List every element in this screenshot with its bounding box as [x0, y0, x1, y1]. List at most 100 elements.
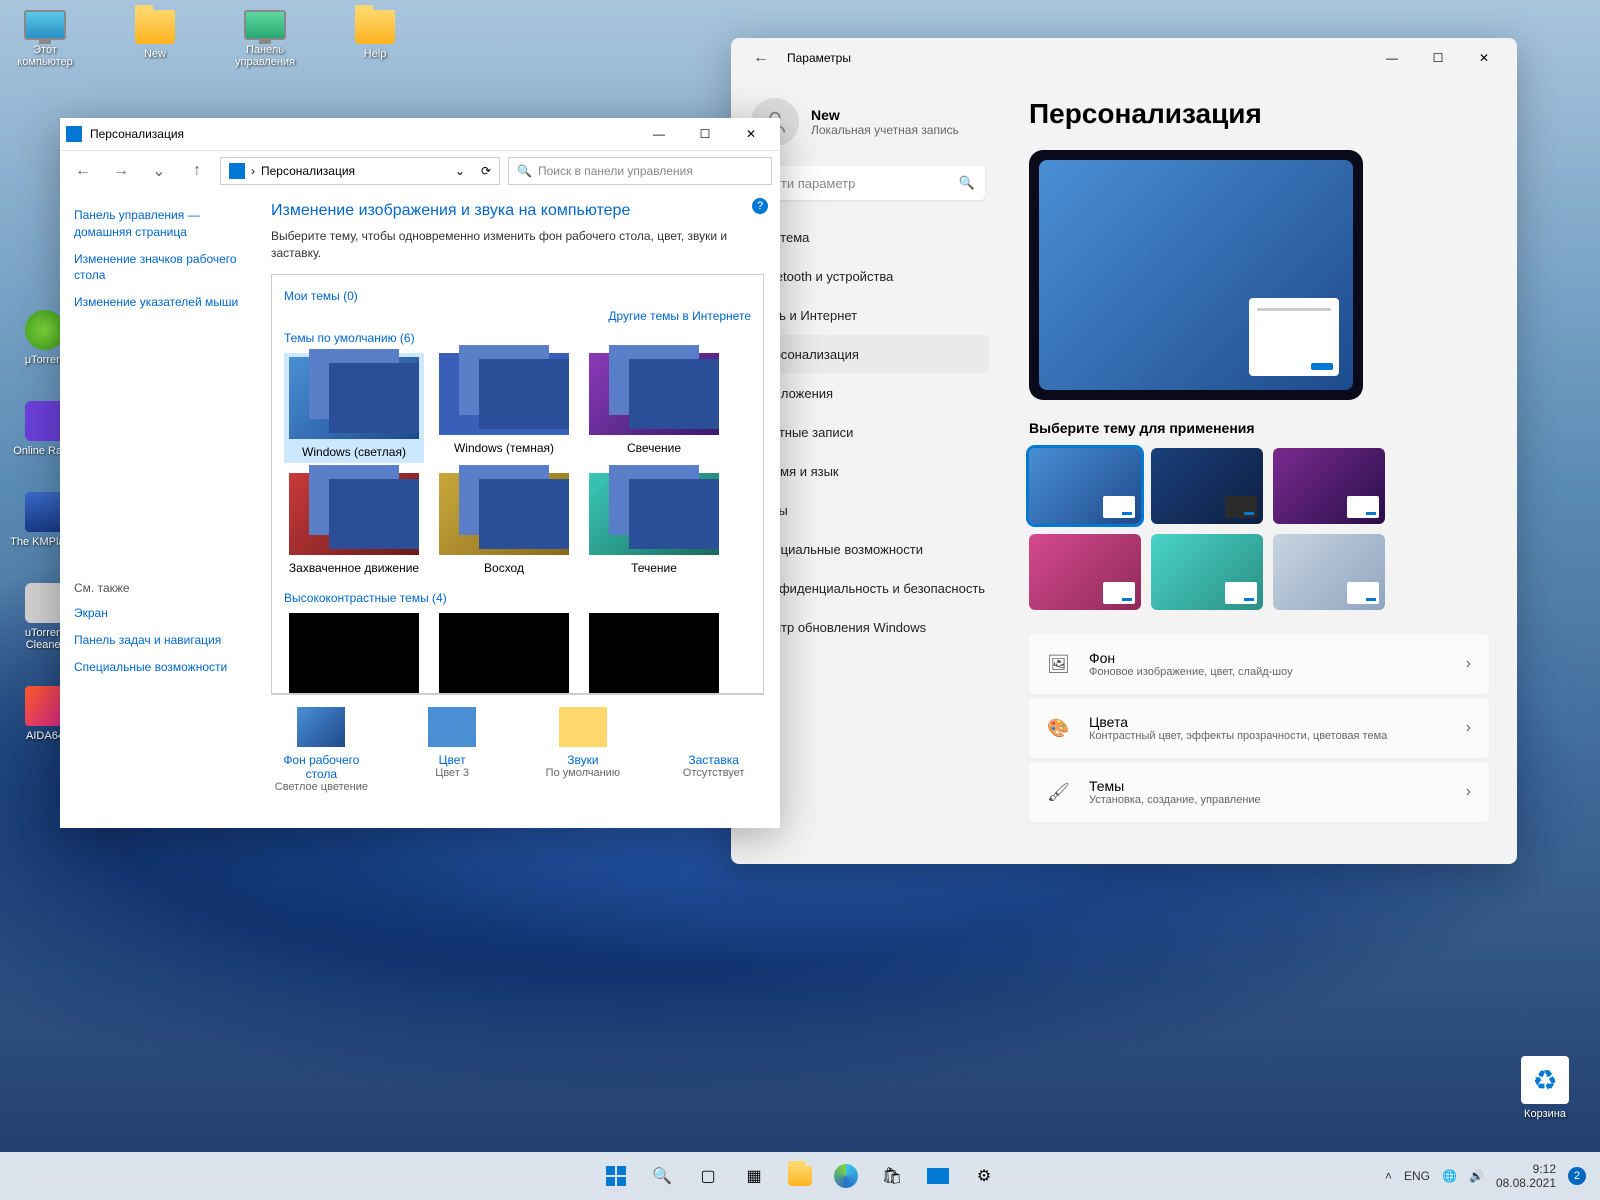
desktop-top-icons: Этот компьютер New Панель управления Hel…: [10, 10, 410, 68]
cp-my-themes-header: Мои темы (0): [284, 289, 751, 303]
settings-row[interactable]: 🎨ЦветаКонтрастный цвет, эффекты прозрачн…: [1029, 698, 1489, 758]
settings-theme-glow[interactable]: [1273, 448, 1385, 524]
search-icon: 🔍: [517, 164, 532, 178]
settings-user-name: New: [811, 107, 959, 123]
cp-hc-theme[interactable]: [584, 613, 724, 694]
image-icon: 🖼: [1047, 654, 1071, 675]
cp-hc-theme[interactable]: [284, 613, 424, 694]
settings-minimize-button[interactable]: —: [1369, 38, 1415, 78]
settings-row[interactable]: 🖌ТемыУстановка, создание, управление›: [1029, 762, 1489, 822]
settings-search-input[interactable]: Найти параметр 🔍: [747, 166, 985, 200]
tray-network-icon[interactable]: 🌐: [1442, 1169, 1457, 1183]
tray-language[interactable]: ENG: [1404, 1169, 1430, 1183]
settings-theme-dark[interactable]: [1151, 448, 1263, 524]
cp-search-input[interactable]: 🔍 Поиск в панели управления: [508, 157, 772, 185]
cp-theme-item[interactable]: Windows (светлая): [284, 353, 424, 463]
cp-nav-dropdown[interactable]: ⌄: [144, 155, 174, 187]
taskbar: 🔍 ▢ ▦ 🛍 ⚙ ˄ ENG 🌐 🔊 9:12 08.08.2021 2: [0, 1152, 1600, 1200]
cp-help-icon[interactable]: ?: [752, 198, 768, 214]
settings-close-button[interactable]: ✕: [1461, 38, 1507, 78]
cp-titlebar: Персонализация — ☐ ✕: [60, 118, 780, 150]
taskbar-start-button[interactable]: [596, 1156, 636, 1196]
settings-window: ← Параметры — ☐ ✕ New Локальная учетная …: [731, 38, 1517, 864]
cp-sidelink-desktop-icons[interactable]: Изменение значков рабочего стола: [74, 246, 241, 290]
cp-theme-box: Мои темы (0) Другие темы в Интернете Тем…: [271, 274, 764, 694]
settings-theme-grid: [1029, 448, 1489, 610]
tray-clock[interactable]: 9:12 08.08.2021: [1496, 1162, 1556, 1191]
settings-maximize-button[interactable]: ☐: [1415, 38, 1461, 78]
tray-overflow-button[interactable]: ˄: [1385, 1169, 1392, 1183]
settings-user-desc: Локальная учетная запись: [811, 123, 959, 137]
cp-online-themes-link[interactable]: Другие темы в Интернете: [284, 309, 751, 323]
desktop-icon-help-folder[interactable]: Help: [340, 10, 410, 68]
cp-maximize-button[interactable]: ☐: [682, 118, 728, 150]
control-panel-window: Персонализация — ☐ ✕ ← → ⌄ ↑ › Персонали…: [60, 118, 780, 828]
cp-sidelink-home[interactable]: Панель управления — домашняя страница: [74, 202, 241, 246]
search-icon: 🔍: [959, 175, 975, 191]
cp-sidelink-mouse[interactable]: Изменение указателей мыши: [74, 289, 241, 316]
refresh-icon[interactable]: ⟳: [481, 164, 491, 178]
cp-bottom-item[interactable]: ЗаставкаОтсутствует: [663, 707, 764, 793]
cp-theme-item[interactable]: Захваченное движение: [284, 473, 424, 575]
tray-volume-icon[interactable]: 🔊: [1469, 1169, 1484, 1183]
cp-title-text: Персонализация: [90, 127, 636, 141]
settings-theme-sunrise[interactable]: [1151, 534, 1263, 610]
taskbar-edge-button[interactable]: [826, 1156, 866, 1196]
desktop-icon-recycle-bin[interactable]: ♻ Корзина: [1510, 1056, 1580, 1120]
chevron-right-icon: ›: [1466, 783, 1471, 801]
cp-breadcrumb[interactable]: › Персонализация ⌄ ⟳: [220, 157, 500, 185]
settings-row[interactable]: 🖼ФонФоновое изображение, цвет, слайд-шоу…: [1029, 634, 1489, 694]
cp-hc-theme[interactable]: [434, 613, 574, 694]
taskbar-search-button[interactable]: 🔍: [642, 1156, 682, 1196]
taskbar-widgets-button[interactable]: ▦: [734, 1156, 774, 1196]
cp-nav-forward[interactable]: →: [106, 155, 136, 187]
cp-see-also-display[interactable]: Экран: [74, 600, 241, 627]
taskbar-store-button[interactable]: 🛍: [872, 1156, 912, 1196]
settings-theme-flow[interactable]: [1273, 534, 1385, 610]
brush-icon: 🖌: [1047, 782, 1071, 803]
cp-address-bar: ← → ⌄ ↑ › Персонализация ⌄ ⟳ 🔍 Поиск в п…: [60, 150, 780, 190]
cp-hc-themes-header: Высококонтрастные темы (4): [284, 591, 751, 605]
chevron-right-icon: ›: [1466, 719, 1471, 737]
cp-close-button[interactable]: ✕: [728, 118, 774, 150]
settings-theme-light[interactable]: [1029, 448, 1141, 524]
cp-nav-back[interactable]: ←: [68, 155, 98, 187]
cp-heading: Изменение изображения и звука на компьют…: [271, 202, 764, 220]
cp-bottom-item[interactable]: Фон рабочего столаСветлое цветение: [271, 707, 372, 793]
settings-theme-motion[interactable]: [1029, 534, 1141, 610]
cp-breadcrumb-icon: [229, 163, 245, 179]
recycle-bin-icon: ♻: [1521, 1056, 1569, 1104]
palette-icon: 🎨: [1047, 718, 1071, 739]
settings-page-title: Персонализация: [1029, 98, 1489, 130]
cp-minimize-button[interactable]: —: [636, 118, 682, 150]
cp-theme-item[interactable]: Течение: [584, 473, 724, 575]
desktop-icon-this-pc[interactable]: Этот компьютер: [10, 10, 80, 68]
taskbar-settings-button[interactable]: ⚙: [964, 1156, 1004, 1196]
taskbar-control-panel-button[interactable]: [918, 1156, 958, 1196]
cp-see-also-accessibility[interactable]: Специальные возможности: [74, 654, 241, 681]
settings-back-button[interactable]: ←: [741, 38, 781, 78]
chevron-right-icon: ›: [1466, 655, 1471, 673]
desktop-icon-new-folder[interactable]: New: [120, 10, 190, 68]
desktop-icon-control-panel[interactable]: Панель управления: [230, 10, 300, 68]
settings-theme-prompt: Выберите тему для применения: [1029, 420, 1489, 436]
settings-desktop-preview: [1029, 150, 1363, 400]
taskbar-taskview-button[interactable]: ▢: [688, 1156, 728, 1196]
tray-notifications-badge[interactable]: 2: [1568, 1167, 1586, 1185]
cp-theme-item[interactable]: Windows (темная): [434, 353, 574, 463]
cp-default-themes-header: Темы по умолчанию (6): [284, 331, 751, 345]
settings-main: Персонализация Выберите тему для примене…: [1001, 78, 1517, 864]
cp-sidebar: Панель управления — домашняя страница Из…: [60, 190, 255, 828]
cp-theme-item[interactable]: Восход: [434, 473, 574, 575]
cp-bottom-item[interactable]: ЦветЦвет 3: [402, 707, 503, 793]
settings-titlebar: ← Параметры — ☐ ✕: [731, 38, 1517, 78]
cp-desc: Выберите тему, чтобы одновременно измени…: [271, 228, 764, 262]
cp-bottom-item[interactable]: ЗвукиПо умолчанию: [533, 707, 634, 793]
settings-window-title: Параметры: [787, 51, 1369, 65]
taskbar-explorer-button[interactable]: [780, 1156, 820, 1196]
cp-theme-item[interactable]: Свечение: [584, 353, 724, 463]
cp-nav-up[interactable]: ↑: [182, 155, 212, 187]
taskbar-tray: ˄ ENG 🌐 🔊 9:12 08.08.2021 2: [1371, 1162, 1600, 1191]
cp-see-also-taskbar[interactable]: Панель задач и навигация: [74, 627, 241, 654]
taskbar-center: 🔍 ▢ ▦ 🛍 ⚙: [596, 1156, 1004, 1196]
